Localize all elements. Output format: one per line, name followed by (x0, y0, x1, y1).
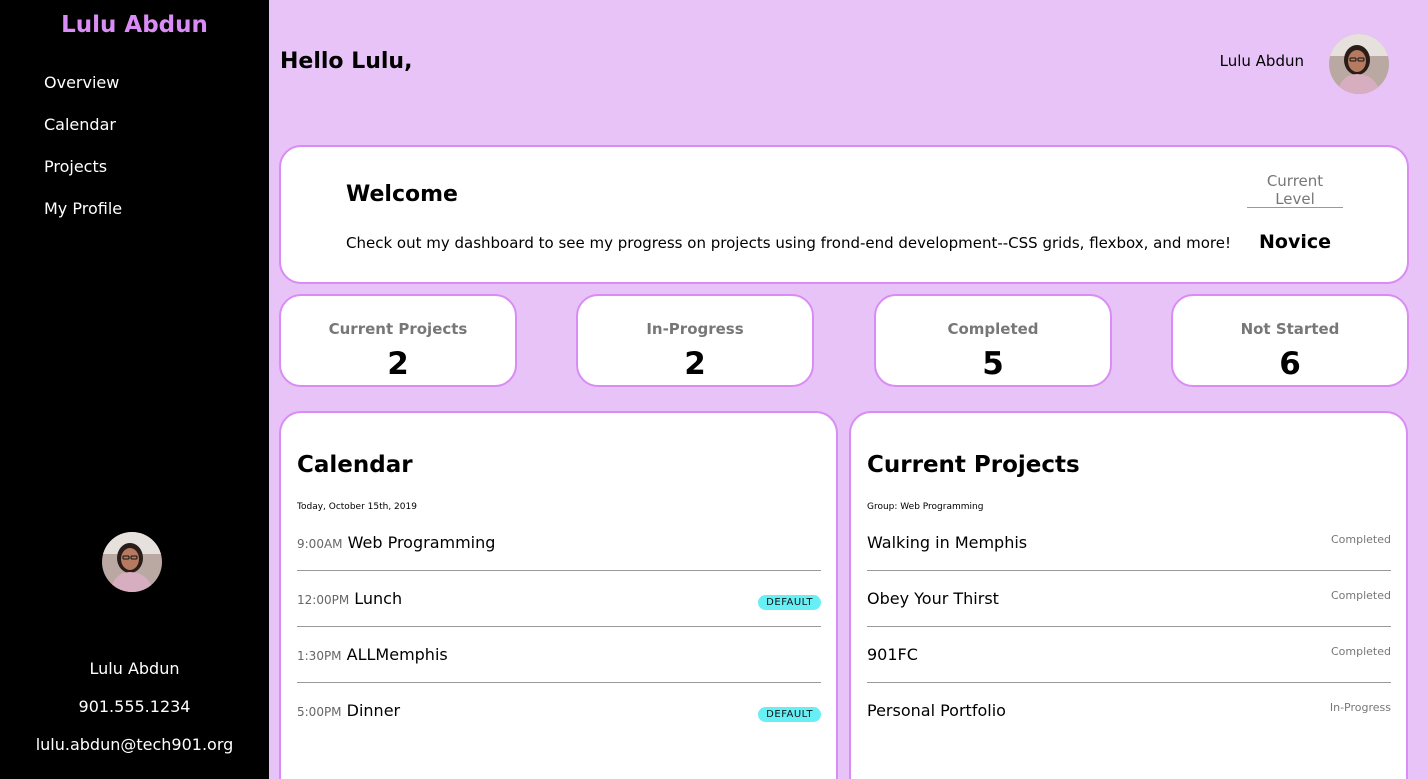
default-badge: DEFAULT (758, 595, 821, 610)
calendar-date: Today, October 15th, 2019 (297, 502, 417, 512)
event-time: 9:00AM (297, 537, 343, 551)
project-list: Walking in Memphis Completed Obey Your T… (867, 515, 1391, 739)
calendar-event[interactable]: 9:00AM Web Programming (297, 515, 821, 571)
calendar-events: 9:00AM Web Programming 12:00PM Lunch DEF… (297, 515, 821, 739)
stat-in-progress[interactable]: In-Progress 2 (576, 294, 814, 387)
stat-value: 5 (982, 346, 1004, 382)
project-status: Completed (1331, 645, 1391, 658)
greeting: Hello Lulu, (280, 49, 413, 74)
sidebar-email[interactable]: lulu.abdun@tech901.org (0, 735, 269, 754)
stat-value: 6 (1279, 346, 1301, 382)
sidebar-phone: 901.555.1234 (78, 697, 191, 716)
calendar-event[interactable]: 12:00PM Lunch DEFAULT (297, 571, 821, 627)
current-level-value: Novice (1258, 231, 1331, 253)
project-status: Completed (1331, 533, 1391, 546)
current-level-label: Current Level (1266, 172, 1324, 208)
level-divider (1247, 207, 1343, 208)
header-avatar[interactable] (1329, 34, 1389, 94)
stat-label: In-Progress (646, 320, 744, 338)
stat-completed[interactable]: Completed 5 (874, 294, 1112, 387)
project-name: Personal Portfolio (867, 701, 1006, 720)
sidebar-nav: Overview Calendar Projects My Profile (44, 73, 122, 241)
project-item[interactable]: Personal Portfolio In-Progress (867, 683, 1391, 739)
calendar-event[interactable]: 1:30PM ALLMemphis (297, 627, 821, 683)
default-badge: DEFAULT (758, 707, 821, 722)
project-item[interactable]: Walking in Memphis Completed (867, 515, 1391, 571)
brand-title: Lulu Abdun (61, 12, 208, 38)
project-item[interactable]: 901FC Completed (867, 627, 1391, 683)
sidebar-name: Lulu Abdun (89, 659, 180, 678)
event-name: Web Programming (347, 533, 496, 552)
welcome-card: Welcome Check out my dashboard to see my… (279, 145, 1409, 284)
calendar-event[interactable]: 5:00PM Dinner DEFAULT (297, 683, 821, 739)
project-item[interactable]: Obey Your Thirst Completed (867, 571, 1391, 627)
calendar-title: Calendar (297, 452, 413, 478)
sidebar-item-overview[interactable]: Overview (44, 73, 122, 115)
avatar-photo (102, 532, 162, 592)
project-name: 901FC (867, 645, 918, 664)
event-name: Lunch (354, 589, 403, 608)
sidebar: Lulu Abdun Overview Calendar Projects My… (0, 0, 269, 779)
event-time: 1:30PM (297, 649, 342, 663)
header-username[interactable]: Lulu Abdun (1220, 52, 1304, 70)
welcome-title: Welcome (346, 182, 458, 207)
projects-panel: Current Projects Group: Web Programming … (849, 411, 1408, 779)
project-name: Obey Your Thirst (867, 589, 999, 608)
welcome-text: Check out my dashboard to see my progres… (346, 234, 1231, 252)
stat-not-started[interactable]: Not Started 6 (1171, 294, 1409, 387)
stat-value: 2 (387, 346, 409, 382)
sidebar-avatar (102, 532, 162, 592)
stat-label: Not Started (1240, 320, 1340, 338)
stat-value: 2 (684, 346, 706, 382)
event-time: 5:00PM (297, 705, 342, 719)
stat-label: Completed (947, 320, 1039, 338)
projects-title: Current Projects (867, 452, 1080, 478)
projects-group: Group: Web Programming (867, 502, 984, 512)
project-status: Completed (1331, 589, 1391, 602)
sidebar-item-projects[interactable]: Projects (44, 157, 122, 199)
stat-current-projects[interactable]: Current Projects 2 (279, 294, 517, 387)
sidebar-item-calendar[interactable]: Calendar (44, 115, 122, 157)
calendar-panel: Calendar Today, October 15th, 2019 9:00A… (279, 411, 838, 779)
project-status: In-Progress (1329, 701, 1391, 714)
sidebar-item-my-profile[interactable]: My Profile (44, 199, 122, 241)
event-time: 12:00PM (297, 593, 350, 607)
avatar-photo (1329, 34, 1389, 94)
stat-label: Current Projects (328, 320, 468, 338)
event-name: Dinner (346, 701, 401, 720)
project-name: Walking in Memphis (867, 533, 1028, 552)
event-name: ALLMemphis (346, 645, 448, 664)
